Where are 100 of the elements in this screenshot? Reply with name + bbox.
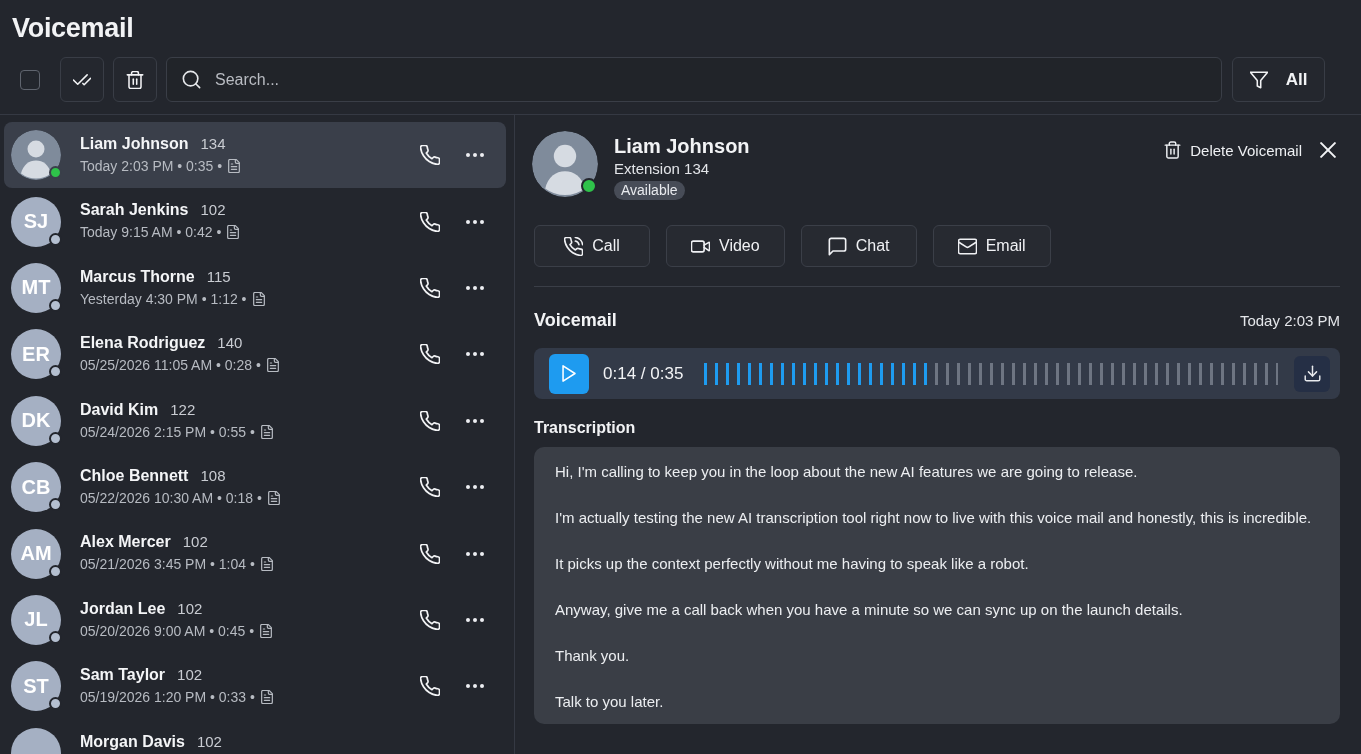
phone-icon	[420, 211, 440, 232]
voicemail-row[interactable]: JL Jordan Lee 102 05/20/2026 9:00 AM • 0:45 •	[4, 586, 506, 654]
trash-icon	[126, 70, 144, 89]
document-icon	[266, 490, 281, 505]
contact-name: Elena Rodriguez	[80, 333, 206, 354]
chat-bubble-icon	[827, 236, 847, 256]
select-all-checkbox[interactable]	[20, 69, 40, 90]
document-icon	[226, 225, 241, 240]
phone-icon	[420, 477, 440, 498]
document-icon	[251, 291, 266, 306]
phone-icon	[420, 277, 440, 298]
avatar: SJ	[11, 196, 61, 247]
extension-number: 122	[170, 399, 196, 420]
download-icon	[1303, 365, 1321, 382]
document-icon	[265, 358, 280, 373]
extension-number: 102	[177, 598, 203, 619]
play-icon	[561, 365, 577, 382]
transcription-paragraph: Hi, I'm calling to keep you in the loop about the new AI features we are going to release.	[555, 462, 1139, 482]
extension-number: 102	[196, 731, 222, 752]
contact-name: Liam Johnson	[80, 134, 189, 154]
contact-name: Marcus Thorne	[80, 266, 195, 287]
avatar: DK	[11, 395, 61, 446]
document-icon	[227, 159, 242, 173]
voicemail-row[interactable]: ER Elena Rodriguez 140 05/25/2026 11:05 AM • 0:28 •	[4, 321, 506, 388]
email-button[interactable]: Email	[932, 225, 1051, 267]
voicemail-details: 05/21/2026 3:45 PM • 1:04 •	[80, 555, 255, 574]
search-icon	[182, 70, 201, 89]
more-icon	[466, 285, 484, 290]
funnel-icon	[1249, 70, 1268, 89]
close-icon	[1320, 142, 1336, 158]
video-button[interactable]: Video	[666, 225, 785, 267]
contact-name: Morgan Davis	[80, 731, 185, 752]
voicemail-row[interactable]: MT Marcus Thorne 115 Yesterday 4:30 PM • 1:12 •	[4, 254, 506, 322]
search-field[interactable]: Search...	[166, 57, 1222, 102]
download-button[interactable]	[1294, 355, 1330, 392]
phone-call-icon	[564, 236, 584, 256]
voicemail-row[interactable]: CB Chloe Bennett 108 05/22/2026 10:30 AM • 0:18 •	[4, 453, 506, 521]
voicemail-details: 05/22/2026 10:30 AM • 0:18 •	[80, 488, 262, 507]
voicemail-row[interactable]: SJ Sarah Jenkins 102 Today 9:15 AM • 0:42 •	[4, 188, 506, 255]
page-title: Voicemail	[12, 12, 134, 45]
document-icon	[259, 557, 274, 572]
phone-icon	[420, 344, 440, 365]
phone-icon	[420, 609, 440, 630]
contact-name: Sarah Jenkins	[80, 200, 189, 221]
avatar-silhouette	[11, 130, 61, 181]
avatar: ST	[11, 661, 61, 712]
more-icon	[466, 153, 484, 158]
chat-button[interactable]: Chat	[800, 225, 917, 267]
filter-button[interactable]: All	[1232, 57, 1325, 102]
phone-icon	[420, 410, 440, 431]
voicemail-row[interactable]: DK David Kim 122 05/24/2026 2:15 PM • 0:55 •	[4, 387, 506, 454]
voicemail-row[interactable]: AM Alex Mercer 102 05/21/2026 3:45 PM • 1:04 •	[4, 520, 506, 587]
contact-name: Chloe Bennett	[80, 465, 189, 486]
avatar: MT	[11, 262, 61, 313]
status-badge: Available	[614, 181, 685, 200]
avatar-silhouette	[532, 131, 598, 197]
voicemail-details: 05/24/2026 2:15 PM • 0:55 •	[80, 422, 255, 441]
voicemail-details: Today 2:03 PM • 0:35 •	[80, 157, 223, 175]
avatar: CB	[11, 462, 61, 513]
voicemail-row[interactable]: Morgan Davis 102	[4, 719, 506, 754]
call-button[interactable]: Call	[534, 225, 650, 267]
extension-number: 108	[200, 465, 226, 486]
voicemail-row[interactable]: Liam Johnson 134 Today 2:03 PM • 0:35 •	[4, 122, 506, 189]
trash-icon	[1164, 141, 1182, 159]
delete-button[interactable]	[113, 57, 157, 102]
phone-icon	[420, 145, 440, 166]
document-icon	[259, 690, 274, 705]
avatar: ER	[11, 329, 61, 380]
mark-read-button[interactable]	[60, 57, 104, 102]
document-icon	[259, 424, 274, 439]
phone-icon	[420, 676, 440, 697]
transcription-paragraph: It picks up the context perfectly without me having to speak like a robot.	[555, 554, 1030, 574]
voicemail-details: Today 9:15 AM • 0:42 •	[80, 223, 222, 242]
contact-name: David Kim	[80, 399, 159, 420]
avatar: JL	[11, 594, 61, 645]
extension-number: 102	[200, 200, 226, 221]
extension-number: 102	[177, 665, 203, 686]
envelope-icon	[957, 236, 977, 256]
more-icon	[466, 551, 484, 556]
play-button[interactable]	[549, 353, 589, 394]
contact-name: Alex Mercer	[80, 532, 171, 553]
extension-number: 102	[182, 532, 208, 553]
more-icon	[466, 617, 484, 622]
transcription-paragraph: I'm actually testing the new AI transcription tool right now to live with this voice mail and honestly, this is incredible.	[555, 508, 1313, 528]
extension-label: Extension 134	[614, 159, 711, 179]
voicemail-time: Today 2:03 PM	[1239, 311, 1340, 329]
transcription-paragraph: Thank you.	[555, 646, 631, 666]
more-icon	[466, 418, 484, 423]
more-icon	[466, 219, 484, 224]
avatar: AM	[11, 528, 61, 579]
extension-number: 115	[206, 266, 231, 287]
voicemail-row[interactable]: ST Sam Taylor 102 05/19/2026 1:20 PM • 0:33 •	[4, 653, 506, 720]
transcription-paragraph: Talk to you later.	[555, 692, 665, 712]
voicemail-details: 05/20/2026 9:00 AM • 0:45 •	[80, 621, 255, 640]
voicemail-details: 05/25/2026 11:05 AM • 0:28 •	[80, 356, 261, 375]
voicemail-details: 05/19/2026 1:20 PM • 0:33 •	[80, 688, 255, 707]
more-icon	[466, 485, 484, 490]
extension-number: 134	[200, 134, 226, 154]
delete-voicemail-button[interactable]: Delete Voicemail	[1162, 137, 1304, 163]
contact-name: Sam Taylor	[80, 665, 166, 686]
